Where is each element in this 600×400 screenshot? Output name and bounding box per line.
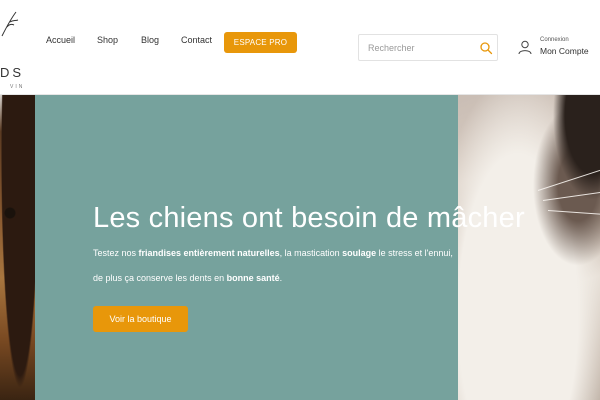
search-input[interactable] (368, 41, 473, 55)
espace-pro-button[interactable]: ESPACE PRO (224, 32, 297, 53)
nav-item-contact[interactable]: Contact (181, 35, 212, 45)
hero-banner: Les chiens ont besoin de mâcher Testez n… (0, 95, 600, 400)
account-link[interactable]: Connexion Mon Compte (518, 36, 598, 60)
logo-branch-icon (1, 11, 19, 37)
hero-text-line-1: Testez nos friandises entièrement nature… (93, 248, 453, 258)
account-connexion-label: Connexion (540, 37, 569, 43)
cat-whisker (537, 168, 600, 191)
nav-item-accueil[interactable]: Accueil (46, 35, 75, 45)
site-logo[interactable]: DS VIN (0, 8, 45, 90)
site-header: DS VIN Accueil Shop Blog Contact ESPACE … (0, 0, 600, 95)
hero-text-segment: . (279, 273, 283, 283)
hero-text-segment: Testez nos (93, 248, 139, 258)
shop-cta-button[interactable]: Voir la boutique (93, 306, 188, 332)
search-icon[interactable] (479, 41, 493, 55)
account-label: Mon Compte (540, 46, 589, 56)
search-box (358, 34, 498, 61)
hero-text-segment: le stress et l'ennui, (376, 248, 453, 258)
hero-cat-image (458, 95, 600, 400)
hero-text-bold: friandises entièrement naturelles (138, 248, 280, 258)
nav-item-shop[interactable]: Shop (97, 35, 118, 45)
hero-text-bold: soulage (342, 248, 377, 258)
cat-whisker (547, 210, 600, 216)
hero-text-segment: de plus ça conserve les dents en (93, 273, 227, 283)
cat-whisker (542, 190, 600, 201)
logo-subtitle: VIN (10, 84, 25, 90)
hero-text-segment: , la mastication (279, 248, 343, 258)
logo-letters: DS (0, 65, 25, 80)
hero-dog-image (0, 95, 35, 400)
hero-title: Les chiens ont besoin de mâcher (93, 202, 525, 234)
hero-text-bold: bonne santé (226, 273, 280, 283)
hero-text-line-2: de plus ça conserve les dents en bonne s… (93, 273, 282, 283)
nav-item-blog[interactable]: Blog (141, 35, 159, 45)
user-icon (518, 40, 532, 55)
